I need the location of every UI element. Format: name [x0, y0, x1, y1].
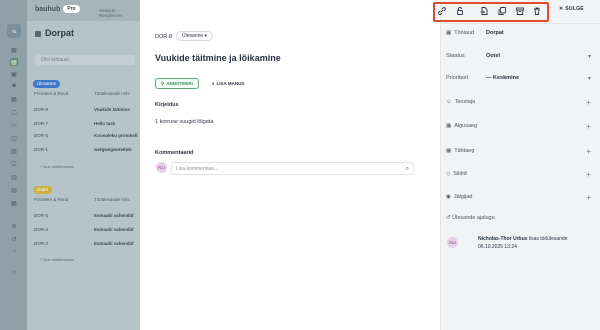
brand-logo: bauhub Pro [35, 5, 80, 13]
chevron-down-icon: ▾ [587, 75, 591, 82]
trash-icon[interactable] [532, 6, 542, 16]
search-input[interactable]: Otsi tööiaust [35, 55, 135, 65]
users-icon[interactable]: ☻ [10, 82, 18, 90]
table-row[interactable]: DOR-5 Esmaabi vahendid [34, 213, 134, 218]
tags-field[interactable]: ◇ Sildid + [446, 168, 591, 180]
status-dropdown[interactable]: Ülesanne ▾ [176, 31, 214, 41]
table-icon[interactable]: ▦ [10, 199, 18, 207]
tasks-icon[interactable]: ▤ [10, 58, 18, 66]
plus-icon[interactable]: + [586, 193, 591, 202]
bell-icon[interactable]: ◔ [10, 248, 18, 256]
chart-icon[interactable]: ▥ [10, 173, 18, 181]
table-row[interactable]: DOR-3 Esmaabi vahendid [34, 241, 134, 246]
chevron-down-icon: ▾ [587, 53, 591, 60]
pin-icon: ⚲ [161, 80, 165, 86]
table-row[interactable]: DOR-8 Vuukide täitmine [34, 107, 130, 112]
history-icon[interactable]: ↺ [10, 235, 18, 243]
start-date-field[interactable]: ▦ Algusaeg + [446, 120, 591, 132]
copy-icon[interactable] [497, 6, 507, 16]
clipboard-icon[interactable]: ▤ [10, 186, 18, 194]
task-list-panel: Dorpat Otsi tööiaust Ülesanne Prioriteet… [27, 21, 140, 330]
assignee-field[interactable]: ☺ Teostaja + [446, 96, 591, 108]
calendar-icon: ▦ [446, 123, 452, 129]
add-task-button[interactable]: + Uus töölülesanne [40, 164, 74, 169]
user-icon: ☺ [446, 99, 452, 105]
calendar-icon[interactable]: ▦ [10, 95, 18, 103]
history-icon: ↺ [446, 215, 451, 221]
lock-icon[interactable] [455, 6, 465, 16]
divider [440, 23, 600, 24]
description-label: Kirjeldus [155, 102, 179, 108]
close-icon: ✕ [559, 6, 564, 12]
project-title: Dorpat [35, 28, 74, 38]
top-bar: bauhub Pro Seaside Residences [27, 0, 140, 21]
close-button[interactable]: ✕ SULGE [559, 6, 584, 12]
plus-icon[interactable]: + [586, 170, 591, 179]
annotate-button[interactable]: ⚲ ANNOTEERI [155, 78, 199, 89]
table-row[interactable]: DOR-4 Esmaabi vahendid [34, 227, 134, 232]
table-row[interactable]: DOR-5 Koosoleku protokoll [34, 133, 138, 138]
grid-icon: ▦ [446, 30, 452, 36]
box-icon[interactable]: ◫ [10, 134, 18, 142]
task-title[interactable]: Vuukide täitmine ja lõikamine [155, 53, 281, 63]
org-name: Seaside Residences [99, 8, 123, 18]
chat-icon[interactable]: ▭ [10, 121, 18, 129]
workspace-avatar[interactable]: Ta [7, 24, 21, 38]
avatar: NU [447, 237, 458, 248]
comment-input[interactable]: Lisa kommentaar... ⌕ [171, 162, 414, 175]
document-icon[interactable]: ▢ [10, 108, 18, 116]
status-field[interactable]: Staatus Ootel ▾ [446, 50, 591, 62]
status-group-badge: Ülesanne [33, 80, 61, 88]
status-group-badge: Ootel [33, 186, 52, 194]
column-header: Tööülesande nimi [94, 197, 130, 202]
help-icon[interactable]: ? [10, 270, 18, 278]
history-entry: Nicholas-Thor Urbus lisas tööülesande 06… [478, 236, 568, 250]
image-icon[interactable]: ▨ [10, 147, 18, 155]
add-file-button[interactable]: ⌕ LISA MANUS [207, 78, 249, 89]
archive-icon[interactable] [515, 6, 525, 16]
dashboard-icon[interactable]: ▦ [10, 46, 18, 54]
avatar: NU [156, 162, 167, 173]
paperclip-icon: ⌕ [212, 81, 215, 86]
comments-label: Kommentaarid [155, 150, 194, 156]
folder-icon[interactable]: ▣ [10, 70, 18, 78]
gear-icon[interactable]: ⚙ [10, 222, 18, 230]
followers-field[interactable]: ◉ Jälgijad + [446, 191, 591, 203]
task-detail-panel: DOR-8 Ülesanne ▾ Vuukide täitmine ja lõi… [140, 0, 440, 330]
project-icon [35, 30, 41, 37]
column-header: Prioriteet & Rood [34, 197, 69, 202]
eye-icon: ◉ [446, 194, 451, 200]
plus-icon[interactable]: + [586, 147, 591, 156]
plus-icon[interactable]: + [586, 98, 591, 107]
table-row[interactable]: DOR-1 wefgwegwetwtwb [34, 147, 132, 152]
task-id: DOR-8 [155, 34, 173, 40]
plus-icon[interactable]: + [586, 122, 591, 131]
description-text[interactable]: 1 korruse vuugid lõigata [155, 119, 213, 125]
check-list-icon[interactable]: ☑ [10, 160, 18, 168]
workspace-field: ▦ Tööiaud Dorpat [446, 30, 504, 36]
due-date-field[interactable]: ▦ Tähtaeg + [446, 145, 591, 157]
plan-badge: Pro [63, 5, 80, 13]
priority-field[interactable]: Prioriteet — Keskmine ▾ [446, 72, 591, 84]
paperclip-icon[interactable]: ⌕ [406, 166, 409, 173]
tag-icon: ◇ [446, 171, 451, 177]
export-icon[interactable] [479, 6, 489, 16]
left-rail: Ta ▦ ▤ ▣ ☻ ▦ ▢ ▭ ◫ ▨ ☑ ▥ ▤ ▦ ⚙ ↺ ◔ ? [0, 0, 27, 330]
calendar-icon: ▦ [446, 148, 452, 154]
table-row[interactable]: DOR-7 Hello task [34, 121, 115, 126]
history-label: ↺ Ülesande ajalugu [446, 215, 495, 221]
link-icon[interactable] [437, 6, 447, 16]
add-task-button[interactable]: + Uus töölülesanne [40, 257, 74, 262]
column-header: Tööülesande nimi [94, 91, 130, 96]
column-header: Prioriteet & Rood [34, 91, 69, 96]
